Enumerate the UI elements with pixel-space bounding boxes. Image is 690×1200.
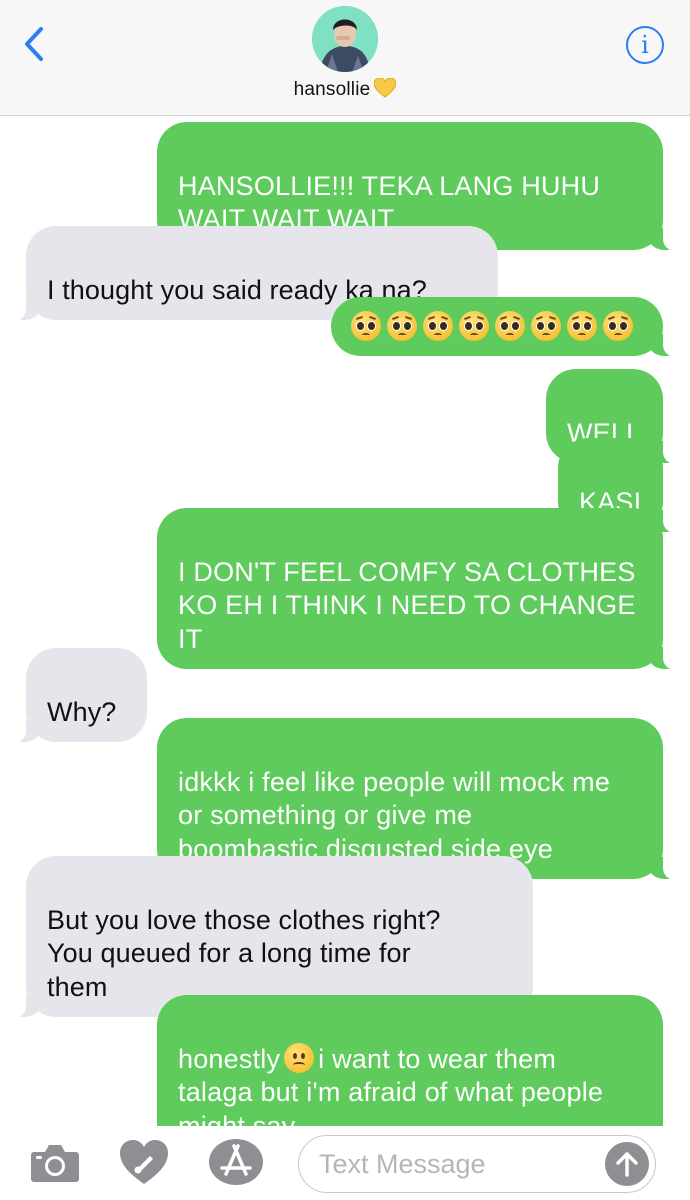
camera-icon <box>31 1145 79 1182</box>
message-bubble-outgoing[interactable]: I DON'T FEEL COMFY SA CLOTHES KO EH I TH… <box>157 508 681 670</box>
app-store-icon <box>209 1139 263 1185</box>
frowning-face-icon <box>284 1042 315 1073</box>
message-text: Why? <box>47 696 117 727</box>
send-button[interactable] <box>605 1142 649 1186</box>
imessage-conversation-screen: hansollie i HANSOLLIE!!! TEKA LANG HUHU … <box>0 0 690 1200</box>
contact-avatar[interactable] <box>312 6 378 72</box>
info-icon: i <box>641 31 649 59</box>
pleading-face-icon <box>567 311 597 341</box>
send-arrow-up-icon <box>616 1152 638 1177</box>
info-button[interactable]: i <box>626 26 664 64</box>
yellow-heart-icon <box>373 77 397 104</box>
message-bubble-outgoing[interactable]: idkkk i feel like people will mock me or… <box>157 718 681 880</box>
app-store-button[interactable] <box>208 1138 264 1191</box>
pleading-face-icon <box>459 311 489 341</box>
message-text-before-emoji: honestly <box>178 1043 281 1074</box>
composer-bar <box>0 1126 690 1200</box>
message-text: I DON'T FEEL COMFY SA CLOTHES KO EH I TH… <box>178 556 636 654</box>
message-text: But you love those clothes right? You qu… <box>47 904 441 1002</box>
back-button[interactable] <box>14 22 54 66</box>
message-text: HANSOLLIE!!! TEKA LANG HUHU WAIT WAIT WA… <box>178 170 601 235</box>
message-input-container[interactable] <box>298 1135 656 1193</box>
pleading-face-icon <box>351 311 381 341</box>
digital-touch-button[interactable] <box>118 1138 170 1191</box>
pleading-face-icon <box>603 311 633 341</box>
message-bubble-incoming[interactable]: Why? <box>8 648 147 743</box>
camera-button[interactable] <box>30 1140 80 1189</box>
pleading-face-icon <box>423 311 453 341</box>
message-input[interactable] <box>319 1144 589 1184</box>
pleading-face-icon <box>531 311 561 341</box>
message-bubble-outgoing-emoji[interactable] <box>331 297 681 356</box>
digital-touch-heart-icon <box>120 1140 168 1184</box>
chevron-left-icon <box>25 27 43 61</box>
conversation-header: hansollie i <box>0 0 690 116</box>
message-thread[interactable]: HANSOLLIE!!! TEKA LANG HUHU WAIT WAIT WA… <box>0 116 690 1157</box>
pleading-face-icon <box>495 311 525 341</box>
message-text: idkkk i feel like people will mock me or… <box>178 766 611 864</box>
pleading-face-icon <box>387 311 417 341</box>
message-bubble-incoming[interactable]: But you love those clothes right? You qu… <box>8 856 533 1018</box>
contact-name[interactable]: hansollie <box>0 77 690 104</box>
contact-name-label: hansollie <box>293 79 371 100</box>
